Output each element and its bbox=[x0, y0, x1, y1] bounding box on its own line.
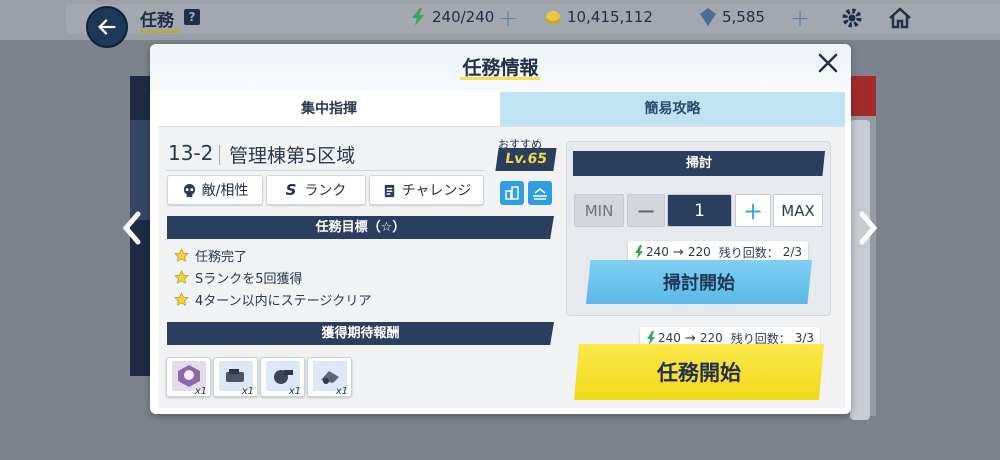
dialog-title-underline bbox=[460, 77, 540, 80]
reward-count: x1 bbox=[288, 386, 301, 397]
sweep-min-button[interactable]: MIN bbox=[574, 194, 624, 227]
objectives-header: 任務目標（☆） bbox=[167, 216, 554, 239]
gear-icon[interactable] bbox=[840, 6, 864, 30]
reward-count: x1 bbox=[241, 386, 254, 397]
equipment-icon bbox=[226, 369, 244, 382]
buildings-icon bbox=[505, 186, 519, 200]
objective-item: 4ターン以内にステージクリア bbox=[174, 290, 371, 309]
objective-text: Sランクを5回獲得 bbox=[195, 272, 303, 287]
dialog-title: 任務情報 bbox=[462, 57, 539, 79]
objective-text: 4ターン以内にステージクリア bbox=[195, 294, 372, 309]
objective-item: 任務完了 bbox=[174, 246, 247, 265]
stamina-bolt-icon bbox=[647, 331, 655, 345]
objective-text: 任務完了 bbox=[195, 250, 248, 265]
map-terrain-button[interactable] bbox=[528, 181, 552, 205]
mission-start-button[interactable]: 任務開始 bbox=[574, 344, 824, 400]
screen-title-underline bbox=[140, 30, 180, 33]
background-panel-left-2 bbox=[130, 120, 150, 220]
credit-coin-icon bbox=[545, 11, 561, 24]
screen-title: 任務 bbox=[140, 11, 174, 31]
stage-separator bbox=[219, 145, 220, 165]
reward-count: x1 bbox=[335, 386, 348, 397]
gems-plus-button[interactable]: + bbox=[790, 4, 810, 32]
equipment-icon bbox=[321, 371, 339, 384]
help-icon[interactable]: ? bbox=[184, 9, 200, 25]
tab-quick-guide[interactable]: 簡易攻略 bbox=[500, 92, 845, 126]
stamina-to: 220 bbox=[687, 245, 711, 259]
back-button[interactable] bbox=[86, 6, 128, 48]
stamina-from: 240 bbox=[658, 331, 681, 345]
arrow-left-icon bbox=[98, 19, 116, 35]
reward-item[interactable]: x1 bbox=[166, 357, 211, 397]
enemy-skull-icon bbox=[183, 183, 195, 197]
stamina-bolt-icon bbox=[412, 8, 424, 26]
stamina-arrow: → bbox=[684, 330, 696, 346]
home-icon[interactable] bbox=[888, 6, 912, 30]
clipboard-icon bbox=[384, 184, 394, 197]
stamina-plus-button[interactable]: + bbox=[498, 4, 518, 32]
credits-counter: 10,415,112 bbox=[545, 8, 653, 26]
reward-item[interactable]: x1 bbox=[260, 357, 305, 397]
remaining-label: 残り回数： bbox=[718, 245, 779, 260]
star-icon bbox=[174, 270, 189, 284]
rewards-header: 獲得期待報酬 bbox=[167, 322, 554, 345]
stamina-counter: 240/240 bbox=[410, 8, 494, 26]
reward-count: x1 bbox=[194, 386, 207, 397]
character-portrait-icon bbox=[178, 365, 200, 387]
challenge-button[interactable]: チャレンジ bbox=[369, 175, 484, 205]
sweep-max-button[interactable]: MAX bbox=[773, 194, 823, 227]
reward-item[interactable]: x1 bbox=[307, 357, 352, 397]
reward-item[interactable]: x1 bbox=[213, 357, 258, 397]
credits-value: 10,415,112 bbox=[567, 8, 653, 26]
rank-label: ランク bbox=[304, 183, 347, 199]
remaining-label: 残り回数： bbox=[730, 331, 791, 346]
previous-stage-arrow-icon[interactable] bbox=[120, 210, 144, 246]
sweep-plus-button[interactable]: + bbox=[735, 194, 771, 227]
map-buildings-button[interactable] bbox=[500, 181, 524, 205]
equipment-icon bbox=[274, 370, 293, 384]
stage-name: 管理棟第5区域 bbox=[229, 145, 356, 167]
stage-divider bbox=[166, 170, 484, 171]
tab-focused-command[interactable]: 集中指揮 bbox=[158, 92, 500, 126]
enemy-affinity-button[interactable]: 敵/相性 bbox=[167, 175, 263, 205]
stamina-to: 220 bbox=[699, 331, 723, 345]
remaining-value: 3/3 bbox=[794, 331, 815, 345]
sweep-quantity: 1 bbox=[667, 194, 732, 227]
stage-number: 13-2 bbox=[168, 141, 214, 165]
stamina-arrow: → bbox=[672, 244, 684, 260]
sweep-minus-button[interactable]: − bbox=[627, 194, 665, 227]
star-icon bbox=[174, 248, 189, 262]
background-panel-right-2 bbox=[850, 120, 870, 420]
next-stage-arrow-icon[interactable] bbox=[856, 210, 880, 246]
objective-item: Sランクを5回獲得 bbox=[174, 268, 303, 287]
terrain-icon bbox=[533, 188, 547, 200]
gem-icon bbox=[700, 8, 716, 26]
close-icon[interactable] bbox=[817, 52, 839, 74]
background-red-tag bbox=[850, 76, 876, 116]
dialog-tabs: 集中指揮 簡易攻略 bbox=[158, 92, 845, 126]
sweep-stamina-cost: 240 → 220 残り回数： 2/3 bbox=[628, 241, 809, 263]
remaining-value: 2/3 bbox=[782, 245, 803, 259]
sweep-start-button[interactable]: 掃討開始 bbox=[586, 260, 812, 304]
star-icon bbox=[174, 292, 189, 306]
gems-value: 5,585 bbox=[722, 8, 765, 26]
gems-counter: 5,585 bbox=[700, 8, 765, 26]
stamina-from: 240 bbox=[646, 245, 669, 259]
stamina-bolt-icon bbox=[635, 245, 643, 259]
rank-s-letter: S bbox=[285, 181, 297, 199]
stamina-value: 240/240 bbox=[432, 8, 495, 26]
mission-info-dialog: 任務情報 集中指揮 簡易攻略 13-2 管理棟第5区域 おすすめ Lv.65 敵… bbox=[150, 44, 851, 414]
enemy-affinity-label: 敵/相性 bbox=[201, 183, 249, 199]
challenge-label: チャレンジ bbox=[401, 183, 472, 199]
sweep-header: 掃討 bbox=[573, 151, 825, 176]
rank-button[interactable]: S ランク bbox=[266, 175, 366, 205]
recommended-level-badge: Lv.65 bbox=[495, 148, 557, 171]
